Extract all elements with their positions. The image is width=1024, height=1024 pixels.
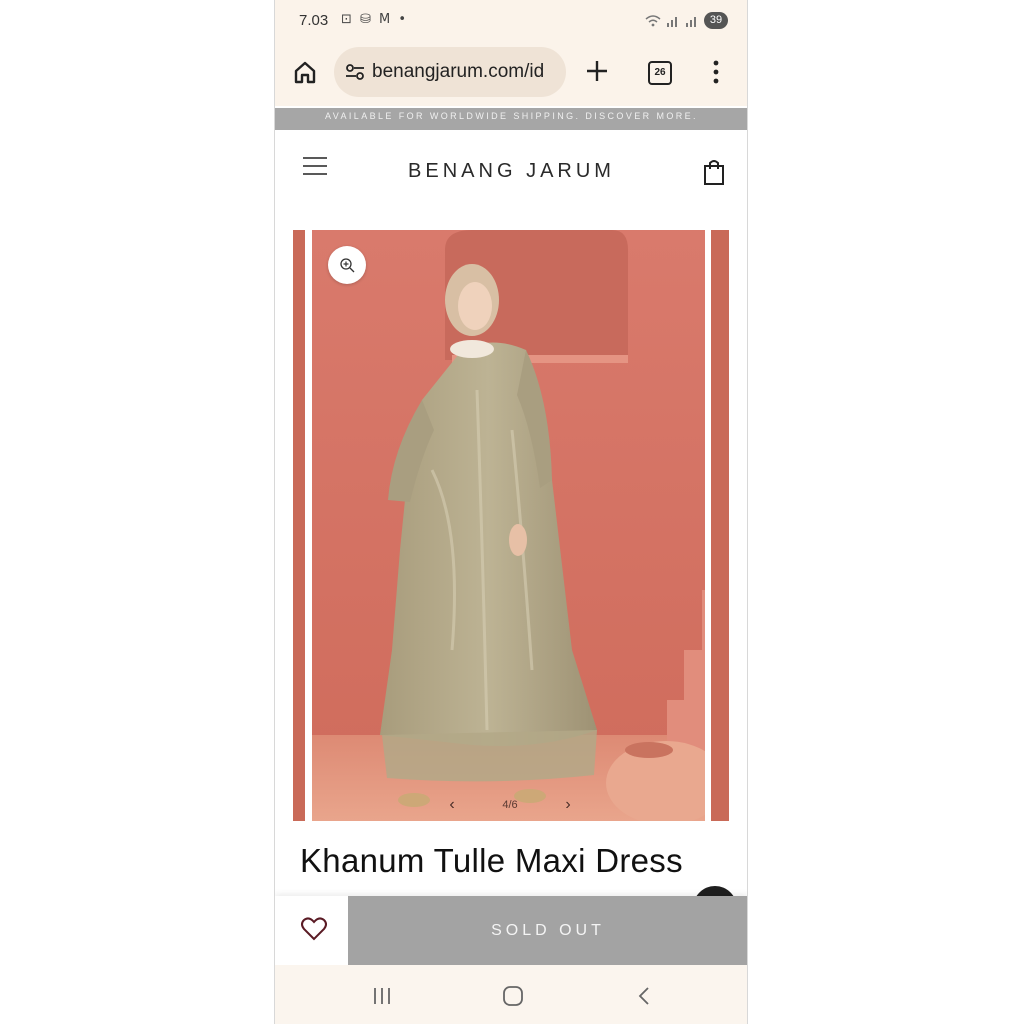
shopping-bag-icon[interactable] <box>703 158 725 186</box>
slide-pager: ‹ 4/6 › <box>445 796 575 813</box>
browser-toolbar: benangjarum.com/id 26 <box>275 44 748 106</box>
next-slide-peek[interactable] <box>711 230 729 821</box>
sold-out-button[interactable]: SOLD OUT <box>348 896 748 965</box>
tabs-icon[interactable]: 26 <box>648 61 672 85</box>
wifi-icon <box>645 14 661 26</box>
notification-icons: ⊡ ⛁ M • <box>341 12 409 27</box>
back-icon[interactable] <box>633 985 657 1007</box>
recent-apps-icon[interactable] <box>370 985 394 1007</box>
status-bar: 7.03 ⊡ ⛁ M • 39 <box>275 0 748 44</box>
chevron-left-icon[interactable]: ‹ <box>445 796 459 813</box>
status-time: 7.03 <box>299 12 329 29</box>
signal-icon <box>667 16 677 27</box>
address-bar[interactable]: benangjarum.com/id <box>334 47 566 97</box>
chevron-right-icon[interactable]: › <box>561 796 575 813</box>
home-icon[interactable] <box>291 58 319 86</box>
product-photo <box>312 230 705 821</box>
product-action-bar: SOLD OUT <box>275 896 748 965</box>
phone-screen: 7.03 ⊡ ⛁ M • 39 benangjarum.com/id 26 AV… <box>275 0 748 1024</box>
signal-icon-2 <box>686 16 696 27</box>
new-tab-icon[interactable] <box>584 58 610 84</box>
slide-counter: 4/6 <box>502 799 518 811</box>
battery-indicator: 39 <box>704 12 728 29</box>
zoom-button[interactable] <box>328 246 366 284</box>
more-vert-icon[interactable] <box>709 59 723 85</box>
product-title: Khanum Tulle Maxi Dress <box>300 842 683 879</box>
announcement-bar[interactable]: AVAILABLE FOR WORLDWIDE SHIPPING. DISCOV… <box>275 108 748 130</box>
url-text: benangjarum.com/id <box>372 61 545 82</box>
site-settings-icon[interactable] <box>344 61 366 83</box>
brand-logo[interactable]: BENANG JARUM <box>275 160 748 183</box>
previous-slide-peek[interactable] <box>293 230 305 821</box>
home-button-icon[interactable] <box>501 985 525 1007</box>
product-image[interactable] <box>312 230 705 821</box>
phone-right-edge <box>747 0 748 1024</box>
heart-icon[interactable] <box>300 916 328 942</box>
zoom-icon <box>340 258 355 273</box>
system-status-icons: 39 <box>645 12 728 29</box>
system-nav-bar <box>275 965 748 1024</box>
phone-left-edge <box>274 0 275 1024</box>
